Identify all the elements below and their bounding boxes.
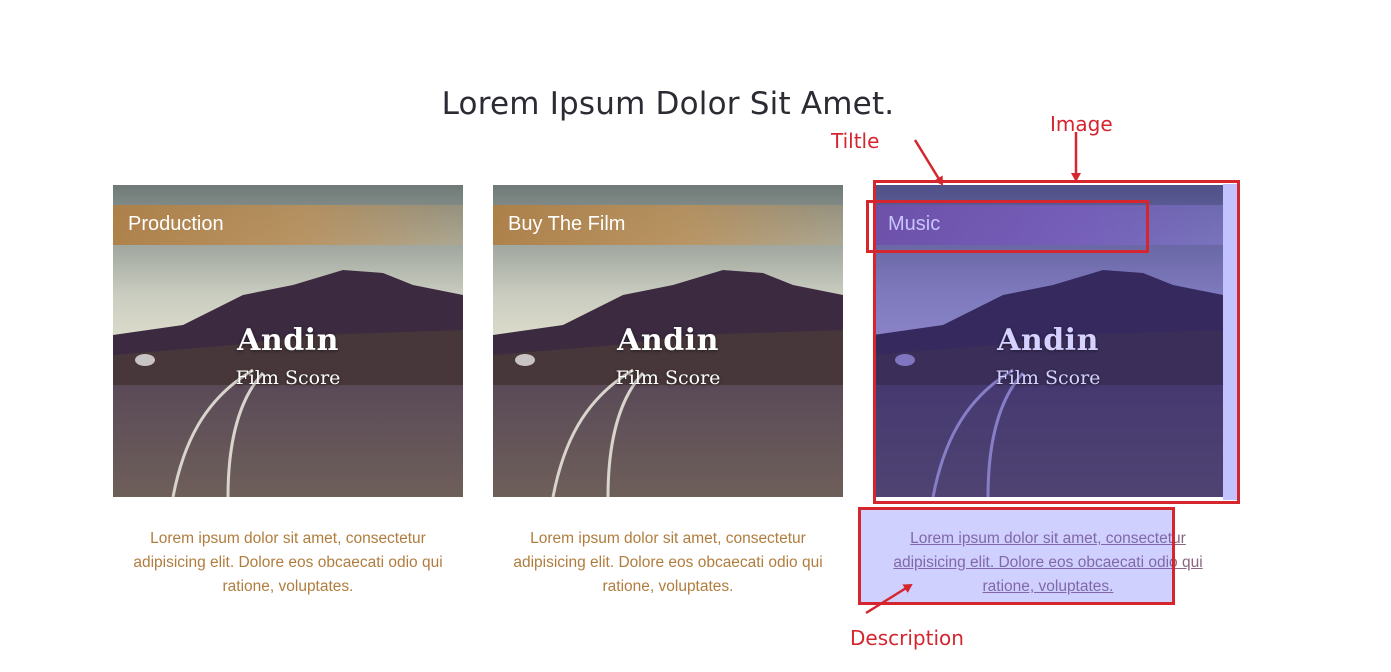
page-heading: Lorem Ipsum Dolor Sit Amet. (441, 86, 895, 122)
card-buy-the-film[interactable]: Buy The Film Andin Film Score Lorem ipsu… (493, 185, 843, 599)
poster-subtitle: Film Score (615, 367, 721, 389)
poster-title: Andin (617, 323, 719, 358)
description-annotation-label: Description (850, 626, 964, 650)
description-annotation-box (858, 507, 1175, 605)
card-image[interactable]: Production Andin Film Score (113, 185, 463, 497)
card-title-bar: Production (113, 205, 463, 245)
page: Lorem Ipsum Dolor Sit Amet. Production A… (0, 0, 1391, 672)
title-annotation-label: Tiltle (831, 129, 880, 153)
poster-title: Andin (237, 323, 339, 358)
card-description: Lorem ipsum dolor sit amet, consectetur … (133, 530, 443, 595)
card-production[interactable]: Production Andin Film Score Lorem ipsum … (113, 185, 463, 599)
card-image[interactable]: Buy The Film Andin Film Score (493, 185, 843, 497)
title-arrow (913, 139, 944, 186)
image-annotation-label: Image (1050, 112, 1113, 136)
card-title-bar: Buy The Film (493, 205, 843, 245)
card-title: Buy The Film (508, 213, 626, 235)
title-annotation-box (866, 200, 1149, 253)
poster-subtitle: Film Score (235, 367, 341, 389)
card-title: Production (128, 213, 224, 235)
card-description: Lorem ipsum dolor sit amet, consectetur … (513, 530, 823, 595)
